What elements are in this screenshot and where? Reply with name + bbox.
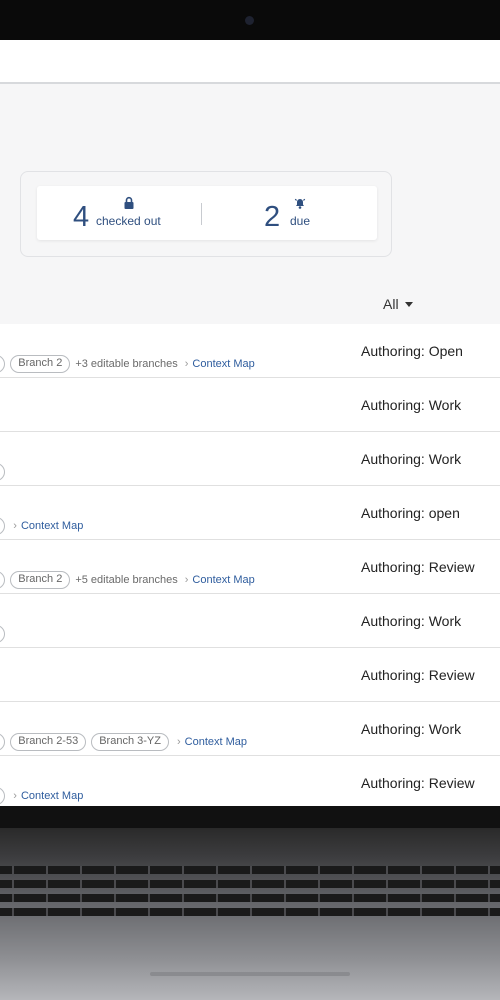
context-map-link[interactable]: Context Map <box>192 358 254 370</box>
table-row[interactable]: ers Branch 2 +5 editable branches ›Context … <box>0 540 500 594</box>
filter-bar: All <box>0 288 500 324</box>
task-list: ersBranch 2+3 editable branches›Context … <box>0 324 500 806</box>
context-map-link[interactable]: Context Map <box>21 520 83 532</box>
authoring-status: Authoring: Work <box>361 451 462 467</box>
branch-chips: ers › Context Map <box>0 787 83 805</box>
app-header <box>0 40 500 84</box>
keyboard-row <box>0 908 500 916</box>
keyboard-row <box>0 880 500 888</box>
checked-out-label: checked out <box>96 214 161 228</box>
table-row[interactable]: ers Branch 2-53Branch 3-YZ › Context Map Aut… <box>0 702 500 756</box>
branch-chip[interactable]: ers <box>0 733 6 751</box>
trackpad-edge <box>150 972 350 976</box>
authoring-status: Authoring: Review <box>361 667 475 683</box>
chevron-right-icon: › <box>176 736 181 748</box>
branch-chips: ers Branch 2 +5 editable branches ›Context … <box>0 571 255 589</box>
branch-chip[interactable]: ers <box>0 571 6 589</box>
app-screen: 4 checked out 2 due All ersBranch 2+3 e <box>0 40 500 806</box>
due-stat[interactable]: 2 due <box>202 186 377 240</box>
summary-card: 4 checked out 2 due <box>37 186 377 240</box>
authoring-status: Authoring: Work <box>361 721 462 737</box>
authoring-status: Authoring: Work <box>361 397 462 413</box>
chevron-right-icon: › <box>184 358 189 370</box>
branch-chip[interactable]: ers <box>0 787 6 805</box>
authoring-status: Authoring: Review <box>361 775 475 791</box>
branch-chip[interactable]: Branch 2-53 <box>10 733 87 751</box>
keyboard-row <box>0 866 500 874</box>
authoring-status: Authoring: open <box>361 505 460 521</box>
due-label: due <box>290 214 311 228</box>
branch-chip[interactable]: Branch 2 <box>10 571 71 589</box>
checked-out-stat[interactable]: 4 checked out <box>37 186 201 240</box>
bell-icon <box>294 198 306 209</box>
branch-chip[interactable]: ers <box>0 463 6 481</box>
chevron-down-icon[interactable] <box>405 302 413 307</box>
table-row[interactable]: Authoring: Work <box>0 378 500 432</box>
table-row[interactable]: ers › Context Map Authoring: Review <box>0 756 500 806</box>
lock-icon <box>124 196 134 209</box>
authoring-status: Authoring: Review <box>361 559 475 575</box>
chevron-right-icon: › <box>13 520 17 532</box>
due-count: 2 <box>264 201 281 233</box>
summary-panel: 4 checked out 2 due <box>20 171 392 257</box>
authoring-status: Authoring: Work <box>361 613 462 629</box>
laptop-keyboard-deck <box>0 806 500 1000</box>
keyboard-row <box>0 894 500 902</box>
chevron-right-icon: › <box>13 790 17 802</box>
table-row[interactable]: ers Authoring: Work <box>0 594 500 648</box>
branch-chip[interactable]: ers <box>0 625 6 643</box>
context-map-link[interactable]: Context Map <box>185 736 247 748</box>
camera-icon <box>245 16 254 25</box>
editable-branches-count: +3 editable branches <box>75 358 178 370</box>
branch-chips: ers <box>0 463 10 481</box>
branch-chips: ers Branch 2 +3 editable branches ›Context … <box>0 355 255 373</box>
authoring-status: Authoring: Open <box>361 343 463 359</box>
branch-chip[interactable]: ers <box>0 517 6 535</box>
filter-dropdown-label[interactable]: All <box>383 296 399 312</box>
editable-branches-count: +5 editable branches <box>75 574 178 586</box>
branch-chips: ers › Context Map <box>0 517 83 535</box>
table-row[interactable]: ers Branch 2 +3 editable branches ›Context … <box>0 324 500 378</box>
branch-chip[interactable]: Branch 2 <box>10 355 71 373</box>
table-row[interactable]: ers Authoring: Work <box>0 432 500 486</box>
branch-chips: ers <box>0 625 10 643</box>
laptop-bezel <box>0 0 500 40</box>
context-map-link[interactable]: Context Map <box>21 790 83 802</box>
table-row[interactable]: Authoring: Review <box>0 648 500 702</box>
context-map-link[interactable]: Context Map <box>192 574 254 586</box>
chevron-right-icon: › <box>184 574 189 586</box>
branch-chip[interactable]: Branch 3-YZ <box>91 733 169 751</box>
branch-chip[interactable]: ers <box>0 355 6 373</box>
table-row[interactable]: ers › Context Map Authoring: open <box>0 486 500 540</box>
branch-chips: ers Branch 2-53Branch 3-YZ › Context Map <box>0 733 247 751</box>
checked-out-count: 4 <box>73 201 90 233</box>
